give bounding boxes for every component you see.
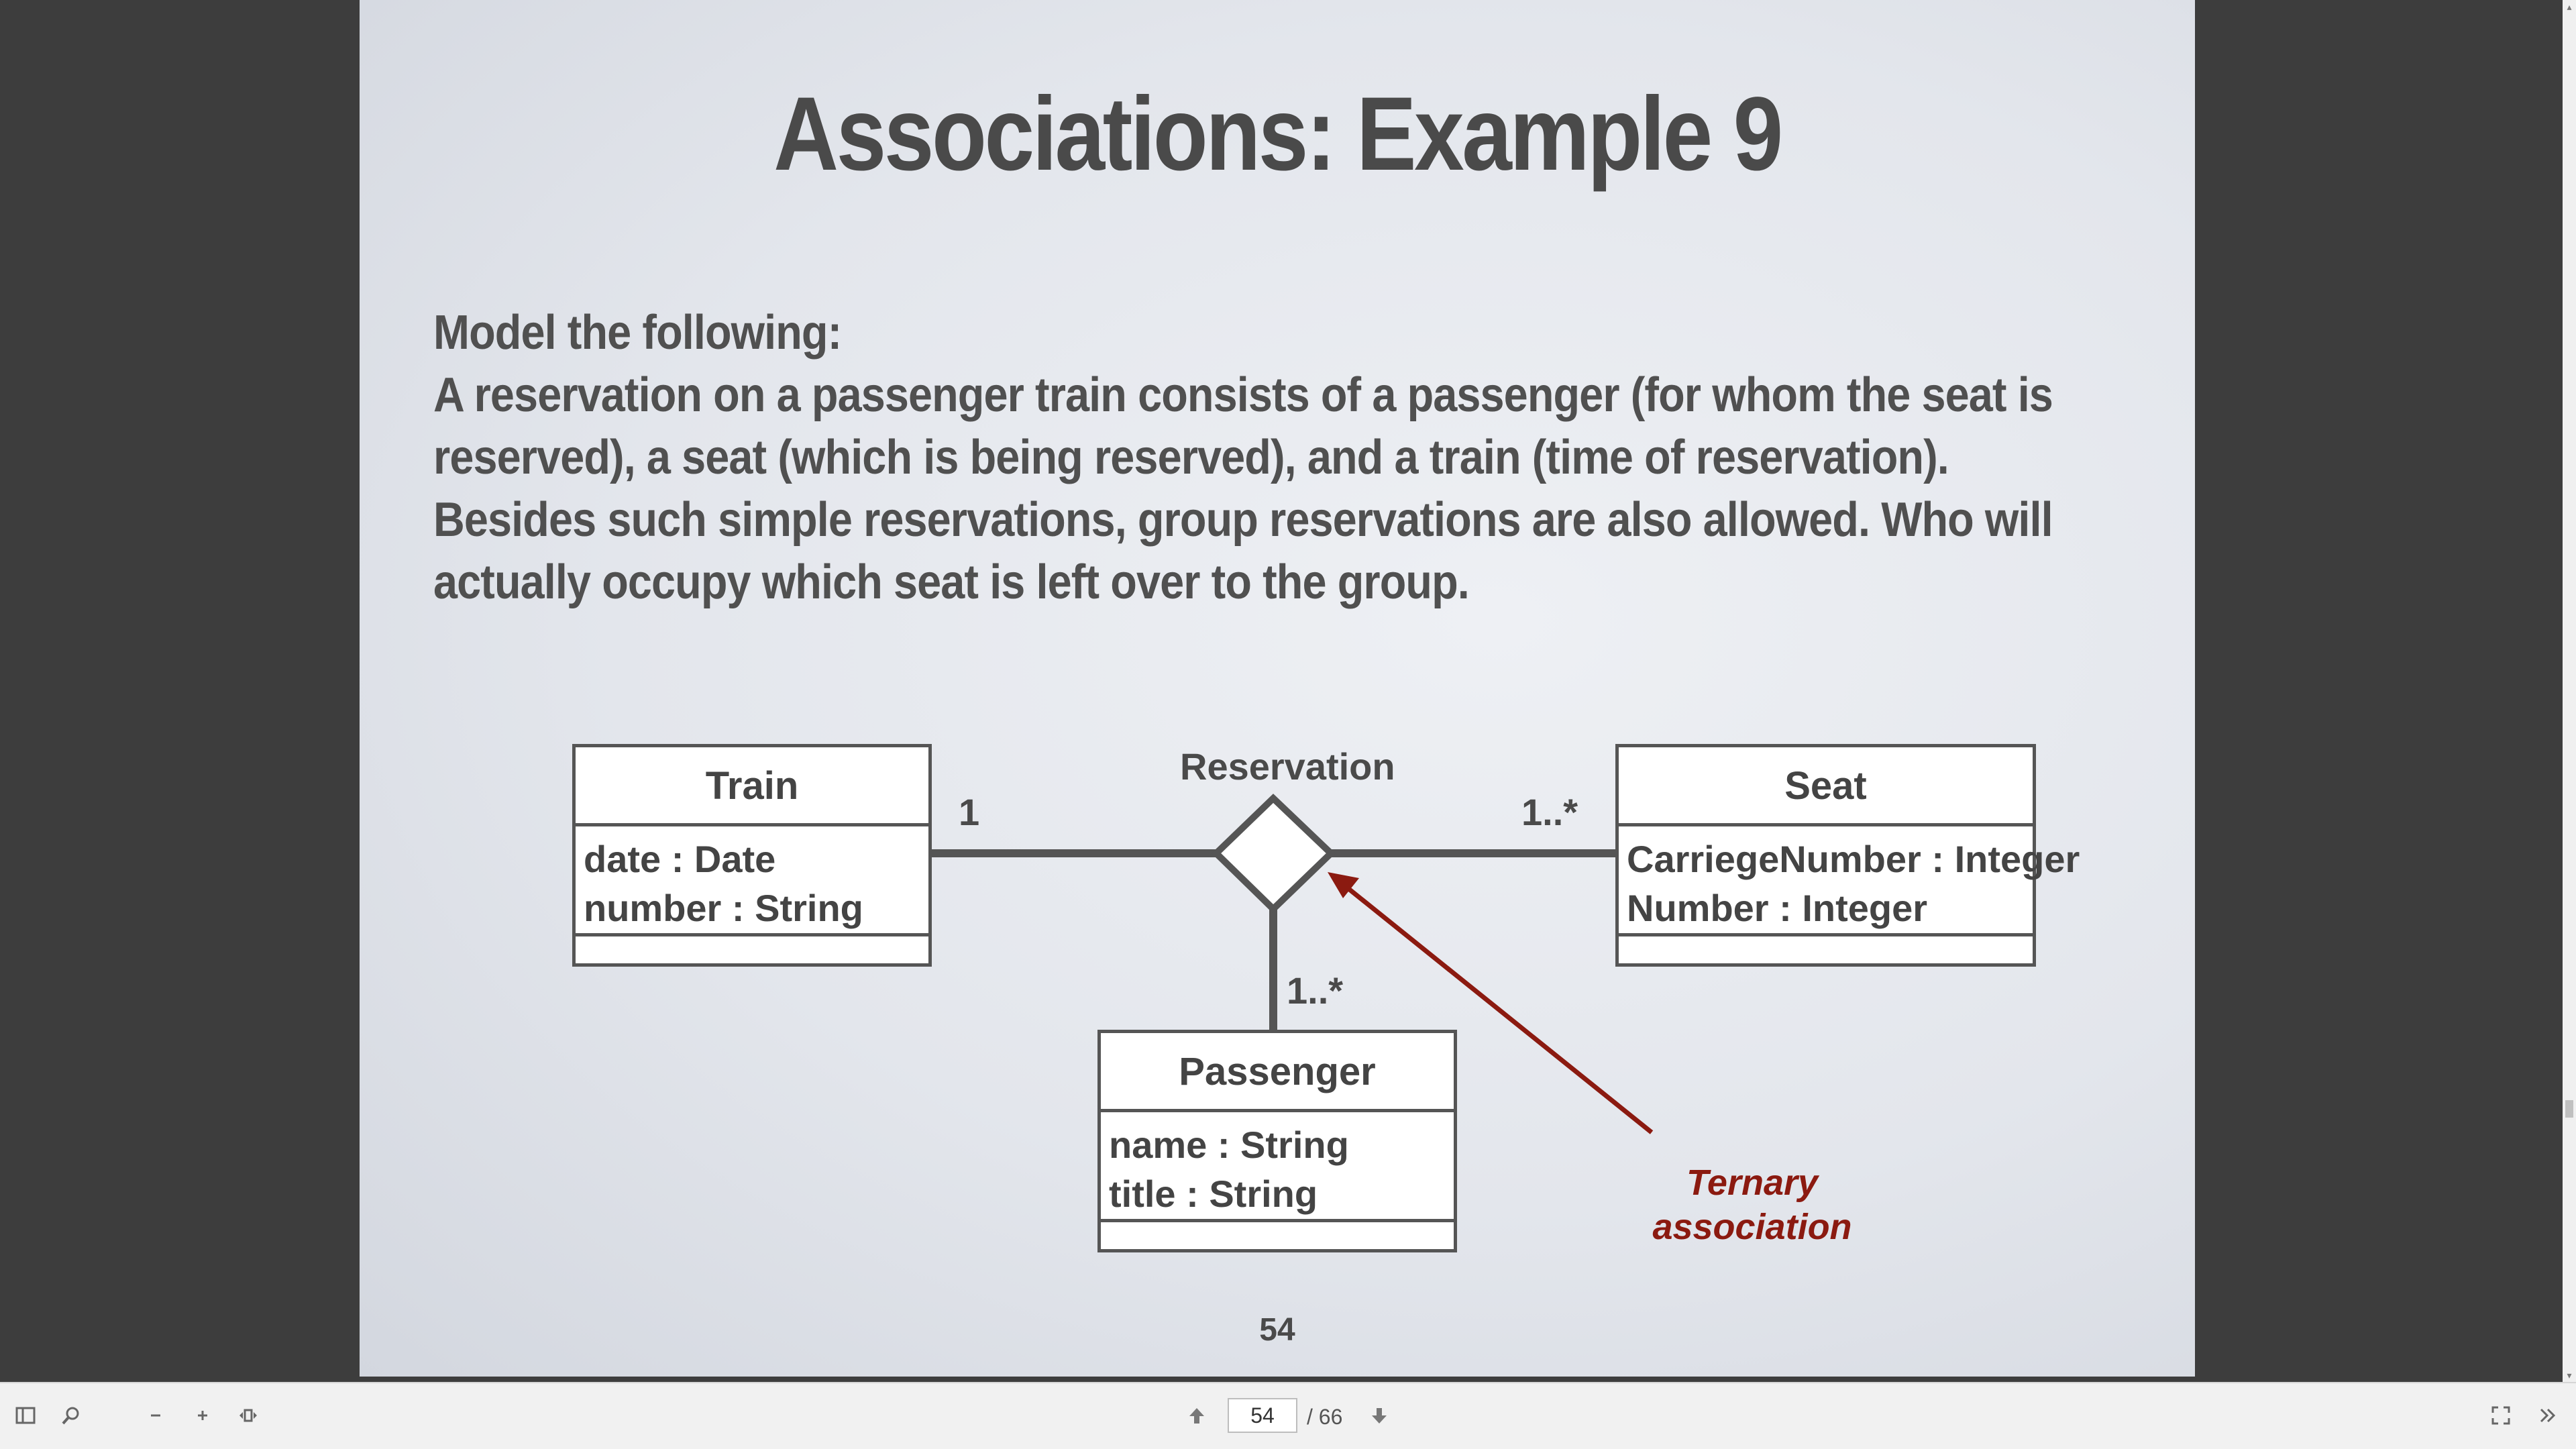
viewer-toolbar: / 66 — [0, 1382, 2576, 1449]
zoom-in-icon[interactable] — [188, 1401, 217, 1430]
search-icon[interactable] — [56, 1401, 86, 1430]
scrollbar-thumb[interactable] — [2565, 1100, 2573, 1118]
more-tools-icon[interactable] — [2533, 1401, 2563, 1430]
class-train-attributes: date : Date number : String — [576, 826, 928, 936]
multiplicity-train: 1 — [959, 791, 980, 833]
class-train-operations — [576, 936, 928, 963]
annotation-line: association — [1652, 1207, 1852, 1247]
class-passenger-attributes: name : String title : String — [1101, 1112, 1454, 1222]
class-seat-attributes: CarriegeNumber : Integer Number : Intege… — [1619, 826, 2080, 936]
class-attribute: number : String — [584, 887, 863, 929]
multiplicity-seat: 1..* — [1521, 791, 1578, 833]
class-passenger-operations — [1101, 1222, 1454, 1249]
class-train-name: Train — [576, 747, 928, 826]
ternary-association-diamond — [1211, 794, 1336, 914]
class-attribute: name : String — [1109, 1124, 1349, 1166]
vertical-scrollbar[interactable]: ▴ ▾ — [2563, 0, 2576, 1382]
page-number-input[interactable] — [1228, 1398, 1297, 1433]
class-attribute: title : String — [1109, 1173, 1318, 1215]
association-name: Reservation — [1180, 745, 1395, 788]
class-attribute: Number : Integer — [1627, 887, 1928, 929]
fit-page-icon[interactable] — [233, 1401, 263, 1430]
scroll-up-arrow-icon[interactable]: ▴ — [2563, 0, 2576, 13]
class-passenger: Passenger name : String title : String — [1097, 1030, 1457, 1252]
class-seat-operations — [1619, 936, 2033, 963]
previous-page-icon[interactable] — [1182, 1401, 1212, 1430]
class-passenger-name: Passenger — [1101, 1033, 1454, 1112]
class-attribute: date : Date — [584, 838, 776, 880]
ternary-association-annotation: Ternary association — [1618, 1161, 1886, 1249]
class-seat: Seat CarriegeNumber : Integer Number : I… — [1615, 744, 2080, 967]
class-train: Train date : Date number : String — [572, 744, 932, 967]
zoom-out-icon[interactable] — [141, 1401, 170, 1430]
class-seat-name: Seat — [1619, 747, 2033, 826]
total-pages-label: / 66 — [1307, 1405, 1343, 1429]
next-page-icon[interactable] — [1364, 1401, 1394, 1430]
multiplicity-passenger: 1..* — [1287, 969, 1344, 1012]
scroll-down-arrow-icon[interactable]: ▾ — [2563, 1368, 2576, 1382]
annotation-line: Ternary — [1686, 1163, 1819, 1203]
sidebar-toggle-icon[interactable] — [11, 1401, 40, 1430]
fullscreen-icon[interactable] — [2486, 1401, 2516, 1430]
class-attribute: CarriegeNumber : Integer — [1627, 838, 2080, 880]
document-viewer: Associations: Example 9 Model the follow… — [0, 0, 2563, 1382]
slide-page-number: 54 — [1259, 1312, 1295, 1348]
slide-page: Associations: Example 9 Model the follow… — [360, 0, 2195, 1377]
